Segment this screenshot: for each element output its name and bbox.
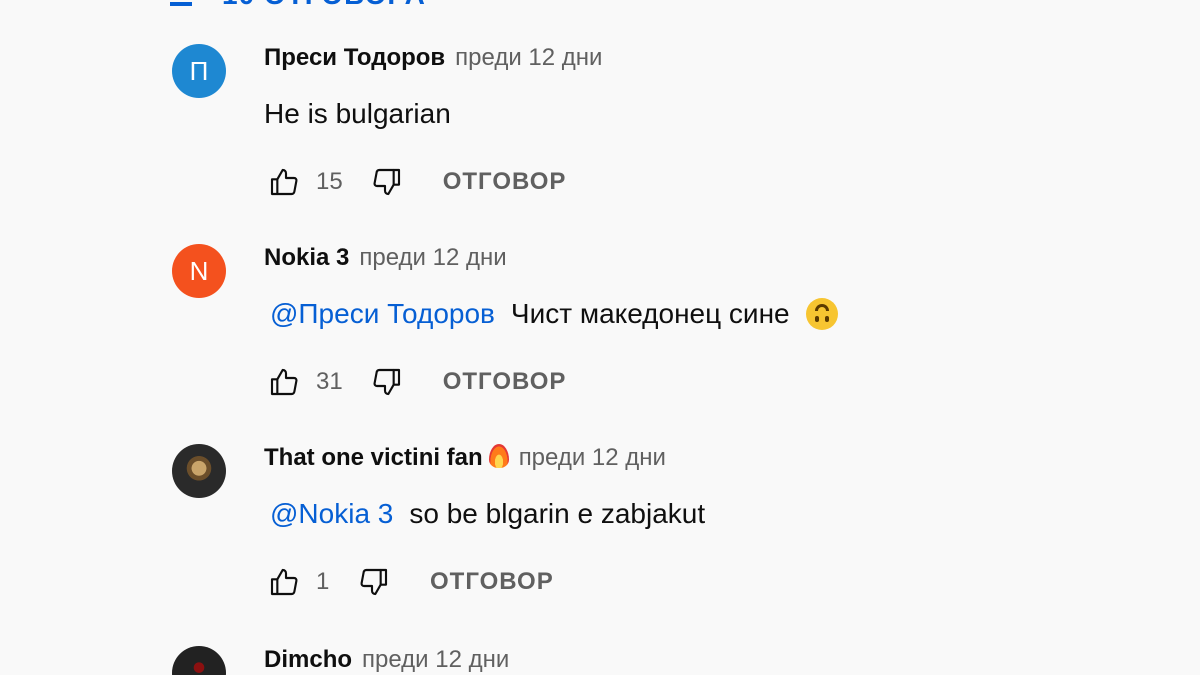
thumbs-down-icon (373, 168, 400, 196)
like-button[interactable] (264, 562, 304, 602)
like-count: 15 (316, 168, 343, 195)
author-name[interactable]: Nokia 3 (264, 244, 349, 272)
comment-text: He is bulgarian (264, 94, 1072, 134)
comment-body: That one victini fan преди 12 дни @Nokia… (264, 444, 1072, 602)
author-name[interactable]: Dimcho (264, 646, 352, 674)
fire-emoji-icon (488, 444, 509, 468)
author-name-text: That one victini fan (264, 444, 483, 471)
avatar[interactable]: П (172, 44, 226, 98)
chevron-up-icon (170, 0, 192, 6)
like-count: 31 (316, 368, 343, 395)
thumbs-up-icon (270, 168, 298, 196)
avatar[interactable] (172, 646, 226, 675)
dislike-button[interactable] (367, 362, 407, 402)
avatar-letter: П (189, 55, 209, 86)
author-name[interactable]: Преси Тодоров (264, 44, 445, 72)
reply-button[interactable]: ОТГОВОР (443, 168, 567, 196)
comment-content: so be blgarin e zabjakut (409, 498, 706, 529)
comment-content: Чист македонец сине (510, 298, 790, 329)
comment-replies-thread: 10 ОТГОВОРА П Преси Тодоров преди 12 дни… (0, 0, 1200, 675)
upside-down-face-emoji-icon (805, 298, 838, 330)
replies-toggle-label: 10 ОТГОВОРА (222, 0, 426, 11)
comment-text: @Преси Тодоров Чист македонец сине (264, 294, 1072, 334)
thumbs-down-icon (360, 568, 388, 596)
comment-header: Dimcho преди 12 дни (264, 646, 1072, 675)
comment-actions: 1 ОТГОВОР (264, 562, 1072, 602)
comment-header: Преси Тодоров преди 12 дни (264, 44, 1072, 74)
comment-header: Nokia 3 преди 12 дни (264, 244, 1072, 274)
reply-button[interactable]: ОТГОВОР (430, 568, 554, 596)
comment-body: Преси Тодоров преди 12 дни He is bulgari… (264, 44, 1072, 202)
comment-content: He is bulgarian (264, 98, 451, 129)
like-count: 1 (316, 568, 330, 595)
like-button[interactable] (264, 162, 304, 202)
comment-body: Nokia 3 преди 12 дни @Преси Тодоров Чист… (264, 244, 1072, 402)
comment-time[interactable]: преди 12 дни (362, 646, 509, 674)
comment-time[interactable]: преди 12 дни (359, 244, 506, 272)
comment-actions: 31 ОТГОВОР (264, 362, 1072, 402)
avatar-letter: N (189, 255, 209, 286)
avatar[interactable] (172, 444, 226, 498)
mention-link[interactable]: @Nokia 3 (270, 498, 393, 530)
comment-text: @Nokia 3 so be blgarin e zabjakut (264, 494, 1072, 534)
dislike-button[interactable] (367, 162, 407, 202)
author-name[interactable]: That one victini fan (264, 444, 509, 472)
like-button[interactable] (264, 362, 304, 402)
avatar[interactable]: N (172, 244, 226, 298)
comment-actions: 15 ОТГОВОР (264, 162, 1072, 202)
comment-time[interactable]: преди 12 дни (519, 444, 666, 472)
thumbs-up-icon (270, 568, 298, 596)
comment-time[interactable]: преди 12 дни (455, 44, 602, 72)
hide-replies-toggle[interactable]: 10 ОТГОВОРА (170, 0, 426, 12)
thumbs-up-icon (270, 368, 298, 396)
comment-header: That one victini fan преди 12 дни (264, 444, 1072, 474)
reply-button[interactable]: ОТГОВОР (443, 368, 567, 396)
thumbs-down-icon (373, 368, 400, 396)
comment-body: Dimcho преди 12 дни (264, 646, 1072, 675)
mention-link[interactable]: @Преси Тодоров (270, 298, 495, 330)
dislike-button[interactable] (354, 562, 394, 602)
